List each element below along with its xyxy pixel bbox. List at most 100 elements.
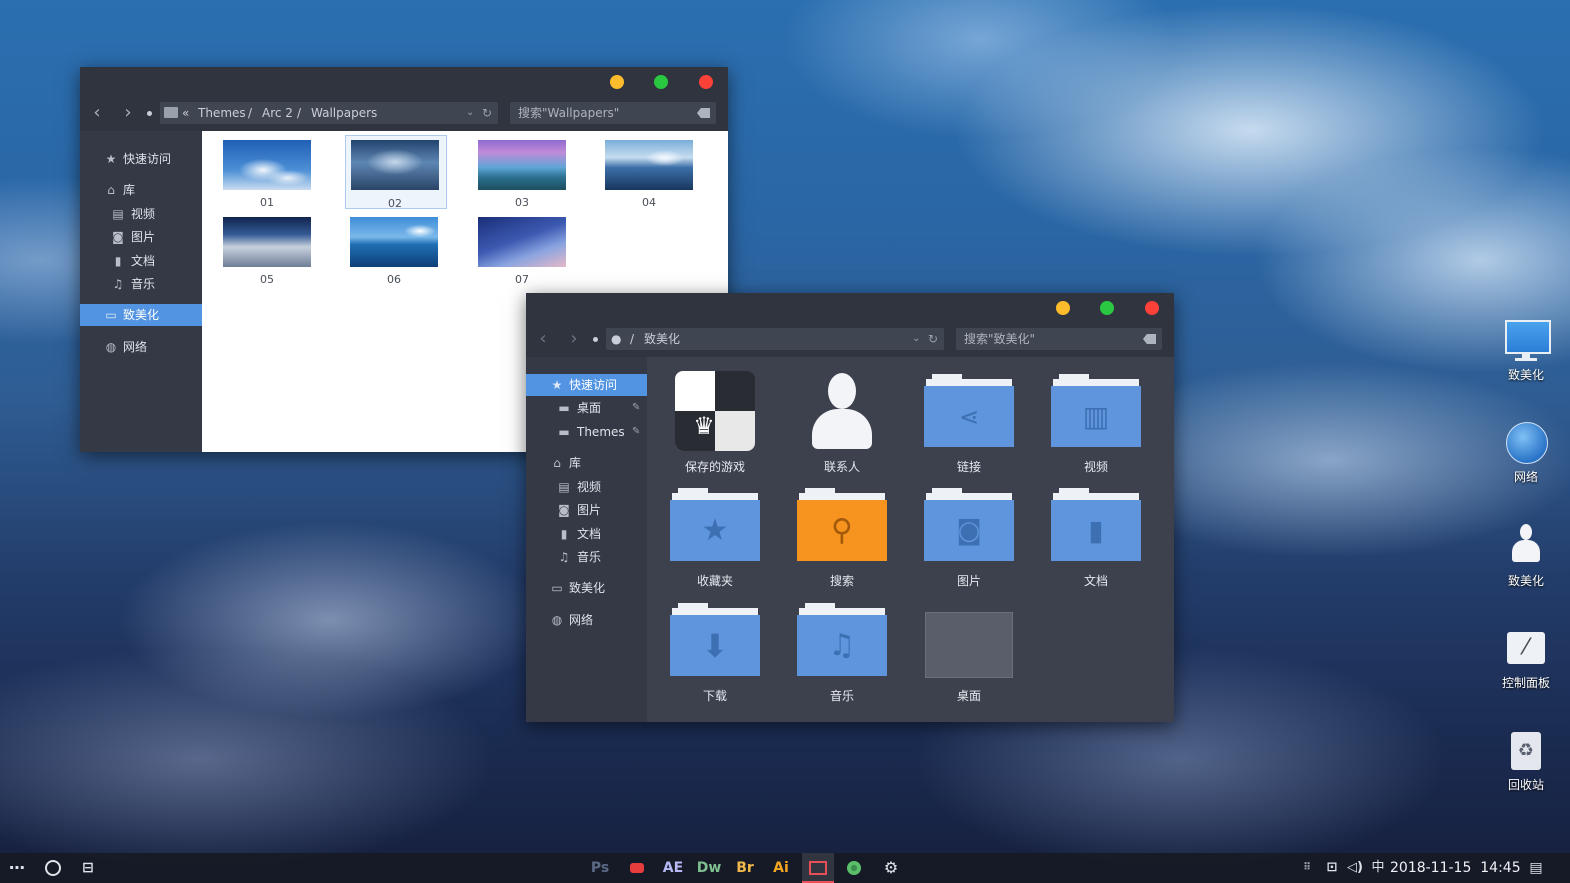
breadcrumb-arc2[interactable]: Arc 2: [262, 102, 293, 124]
sidebar-item-videos[interactable]: ▤ 视频: [526, 476, 647, 498]
more-menu-icon[interactable]: ⋯: [6, 853, 28, 883]
minimize-button[interactable]: [1056, 301, 1070, 315]
pin-icon[interactable]: ✎: [632, 421, 640, 443]
clear-icon[interactable]: [1143, 334, 1156, 344]
downloads-item[interactable]: ⬇ 下载: [665, 602, 765, 703]
refresh-icon[interactable]: ↻: [928, 328, 938, 350]
up-dot-icon[interactable]: [593, 337, 598, 342]
maximize-button[interactable]: [1100, 301, 1114, 315]
videos-item[interactable]: ▥ 视频: [1046, 371, 1146, 474]
thumbnail-item[interactable]: 04: [605, 140, 693, 210]
sidebar-item-label: 快速访问: [123, 152, 172, 166]
up-dot-icon[interactable]: [147, 111, 152, 116]
globe-icon: [1506, 422, 1548, 464]
globe-icon: ◍: [551, 613, 563, 627]
forward-button[interactable]: ›: [118, 103, 138, 123]
chevron-down-icon[interactable]: ⌄: [466, 102, 474, 124]
thumbnail-item[interactable]: 07: [478, 217, 566, 287]
tray-overflow-icon[interactable]: ⠿: [1300, 853, 1314, 883]
maximize-button[interactable]: [654, 75, 668, 89]
sidebar-item-desktop[interactable]: ▬ 桌面 ✎: [526, 397, 647, 419]
search-circle-icon[interactable]: [42, 853, 64, 883]
desktop-icon-label: 致美化: [1507, 368, 1544, 382]
sidebar-item-themes[interactable]: ▬ Themes ✎: [526, 421, 647, 443]
task-view-icon[interactable]: ⊟: [77, 853, 99, 883]
volume-icon[interactable]: ◁): [1345, 853, 1365, 883]
desktop-icon-network[interactable]: 网络: [1491, 420, 1561, 486]
close-button[interactable]: [699, 75, 713, 89]
desktop-item[interactable]: 桌面: [919, 602, 1019, 703]
taskbar-app-bridge[interactable]: Br: [732, 853, 758, 883]
breadcrumb-themes[interactable]: Themes: [198, 102, 246, 124]
pictures-item[interactable]: ◙ 图片: [919, 487, 1019, 588]
address-bar[interactable]: « Themes / Arc 2 / Wallpapers ⌄ ↻: [160, 102, 498, 124]
back-button[interactable]: ‹: [87, 103, 107, 123]
sidebar-item-label: 音乐: [131, 277, 156, 291]
close-button[interactable]: [1145, 301, 1159, 315]
minimize-button[interactable]: [610, 75, 624, 89]
ime-indicator[interactable]: 中: [1369, 853, 1387, 883]
taskbar-app-illustrator[interactable]: Ai: [768, 853, 794, 883]
thumbnail-item[interactable]: 06: [350, 217, 438, 287]
taskbar-app-chrome[interactable]: [842, 853, 866, 883]
title-bar[interactable]: [80, 67, 728, 97]
sidebar-item-library[interactable]: ⌂ 库: [80, 179, 202, 201]
taskbar-app-settings[interactable]: ⚙: [879, 853, 903, 883]
pin-icon[interactable]: ✎: [632, 397, 640, 419]
title-bar[interactable]: [526, 293, 1174, 323]
search-input[interactable]: 搜索"Wallpapers": [510, 102, 716, 124]
address-bar[interactable]: ● / 致美化 ⌄ ↻: [606, 328, 944, 350]
taskbar-app-dreamweaver[interactable]: Dw: [696, 853, 722, 883]
notification-icon[interactable]: ▤: [1526, 853, 1546, 883]
sidebar-item-quick-access[interactable]: ★ 快速访问: [80, 148, 202, 170]
desktop-icon-user[interactable]: 致美化: [1491, 524, 1561, 590]
back-button[interactable]: ‹: [533, 329, 553, 349]
clear-icon[interactable]: [697, 108, 710, 118]
sidebar-item-documents[interactable]: ▮ 文档: [80, 250, 202, 272]
sidebar-item-library[interactable]: ⌂ 库: [526, 452, 647, 474]
breadcrumb-separator: /: [630, 332, 635, 346]
taskbar-app-after-effects[interactable]: AE: [660, 853, 686, 883]
wallpaper-thumbnail: [223, 217, 311, 267]
chevron-down-icon[interactable]: ⌄: [912, 328, 920, 350]
star-folder-icon: ★: [670, 488, 760, 561]
contacts-item[interactable]: 联系人: [792, 371, 892, 474]
forward-button[interactable]: ›: [564, 329, 584, 349]
sidebar-item-pictures[interactable]: ◙ 图片: [526, 499, 647, 521]
taskbar-app-file-explorer[interactable]: [802, 853, 834, 883]
sidebar-item-pictures[interactable]: ◙ 图片: [80, 226, 202, 248]
saved-games-item[interactable]: ♛ 保存的游戏: [665, 371, 765, 474]
clock[interactable]: 2018-11-15 14:45: [1390, 853, 1521, 883]
sidebar-item-documents[interactable]: ▮ 文档: [526, 523, 647, 545]
links-item[interactable]: ⋖ 链接: [919, 371, 1019, 474]
thumbnail-item[interactable]: 01: [223, 140, 311, 210]
sidebar-item-music[interactable]: ♫ 音乐: [526, 546, 647, 568]
breadcrumb-zhimeihua[interactable]: 致美化: [644, 328, 680, 350]
desktop-icon-control-panel[interactable]: ⁄ 控制面板: [1491, 630, 1561, 690]
sidebar-item-zhimeihua[interactable]: ▭ 致美化: [80, 304, 202, 326]
music-item[interactable]: ♫ 音乐: [792, 602, 892, 703]
desktop-icon-computer[interactable]: 致美化: [1491, 318, 1561, 382]
sidebar-item-zhimeihua[interactable]: ▭ 致美化: [526, 577, 647, 599]
taskbar-app-youtube[interactable]: [625, 853, 649, 883]
thumbnail-item-selected[interactable]: 02: [345, 135, 447, 210]
sidebar-item-music[interactable]: ♫ 音乐: [80, 273, 202, 295]
sidebar-item-network[interactable]: ◍ 网络: [80, 336, 202, 358]
desktop-icon-recycle-bin[interactable]: ♻ 回收站: [1491, 730, 1561, 792]
refresh-icon[interactable]: ↻: [482, 102, 492, 124]
sidebar-item-label: 网络: [123, 340, 148, 354]
taskbar-app-photoshop[interactable]: Ps: [587, 853, 613, 883]
documents-item[interactable]: ▮ 文档: [1046, 487, 1146, 588]
sidebar-item-quick-access[interactable]: ★ 快速访问: [526, 374, 647, 396]
sidebar-item-videos[interactable]: ▤ 视频: [80, 203, 202, 225]
sidebar-item-label: 致美化: [123, 308, 160, 322]
favorites-item[interactable]: ★ 收藏夹: [665, 487, 765, 588]
sidebar-item-network[interactable]: ◍ 网络: [526, 609, 647, 631]
thumbnail-item[interactable]: 03: [478, 140, 566, 210]
thumbnail-item[interactable]: 05: [223, 217, 311, 287]
searches-item[interactable]: ⚲ 搜索: [792, 487, 892, 588]
network-tray-icon[interactable]: ⊡: [1322, 853, 1342, 883]
breadcrumb-wallpapers[interactable]: Wallpapers: [311, 102, 377, 124]
home-icon: ⌂: [107, 183, 115, 197]
search-input[interactable]: 搜索"致美化": [956, 328, 1162, 350]
